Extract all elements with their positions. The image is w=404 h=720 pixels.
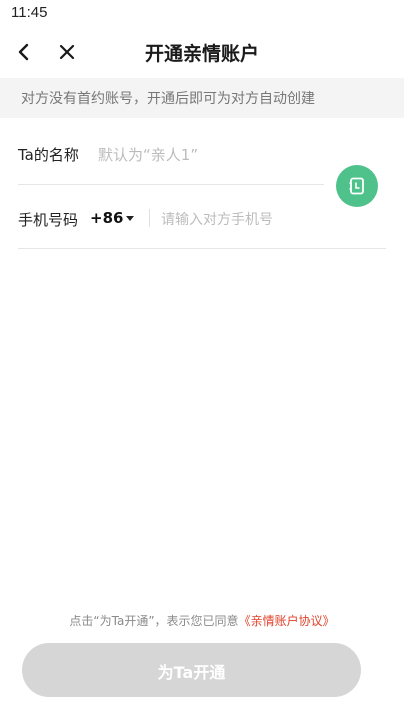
name-label: Ta的名称 [18,146,79,164]
notice-text: 对方没有首约账号，开通后即可为对方自动创建 [21,91,315,107]
page-title: 开通亲情账户 [144,43,259,65]
home-indicator [0,712,404,720]
nav-bar: 开通亲情账户 [0,24,404,78]
phone-label: 手机号码 [18,211,79,229]
status-bar: 11:45 [0,0,404,24]
agreement-link[interactable]: 《亲情账户协议》 [239,614,335,628]
notice-banner: 对方没有首约账号，开通后即可为对方自动创建 [0,78,404,118]
phone-field-row: 手机号码 +86 请输入对方手机号 [18,205,386,245]
submit-button-label: 为Ta开通 [157,663,226,682]
divider [18,184,324,185]
contact-book-icon [349,177,364,195]
name-field-row: Ta的名称 默认为“亲人1” [18,140,386,184]
dropdown-arrow-icon[interactable] [126,216,134,221]
country-code-select[interactable]: +86 [90,209,123,227]
name-input[interactable]: 默认为“亲人1” [98,144,198,165]
agreement-text: 点击“为Ta开通”，表示您已同意《亲情账户协议》 [0,612,404,629]
submit-button[interactable]: 为Ta开通 [22,643,361,697]
phone-input[interactable]: 请输入对方手机号 [161,209,273,229]
agreement-prefix: 点击“为Ta开通”，表示您已同意 [69,614,239,628]
divider [18,248,386,249]
divider [149,209,150,227]
contact-book-button[interactable] [336,165,378,207]
status-time: 11:45 [11,4,48,21]
